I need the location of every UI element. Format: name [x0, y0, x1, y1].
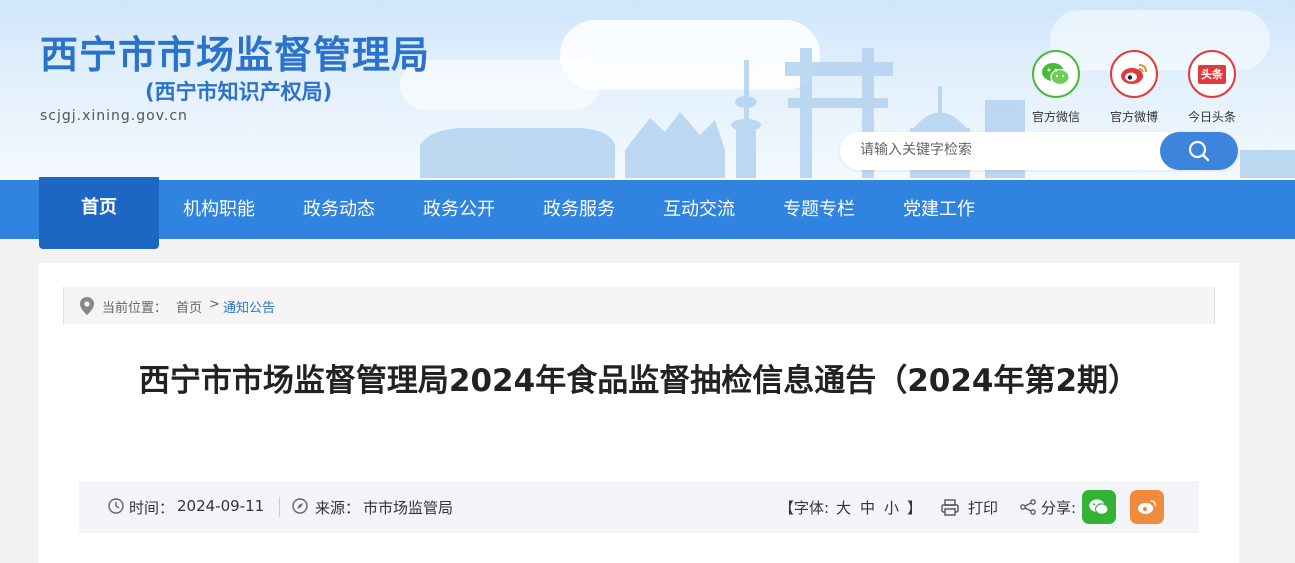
print-button[interactable]: 打印: [968, 497, 998, 518]
site-subtitle: (西宁市知识产权局): [145, 80, 333, 104]
article-title: 西宁市市场监督管理局2024年食品监督抽检信息通告（2024年第2期）: [138, 363, 1140, 399]
share-weibo-button[interactable]: [1130, 490, 1164, 524]
article-card: 当前位置： 首页 > 通知公告 西宁市市场监督管理局2024年食品监督抽检信息通…: [39, 263, 1239, 563]
toutiao-icon-text: 头条: [1198, 64, 1226, 84]
nav-item-government-disclosure[interactable]: 政务公开: [399, 180, 519, 239]
nav-item-home[interactable]: 首页: [39, 177, 159, 249]
nav-item-government-services[interactable]: 政务服务: [519, 180, 639, 239]
nav-item-special-topics[interactable]: 专题专栏: [759, 180, 879, 239]
nav-item-party-building[interactable]: 党建工作: [879, 180, 999, 239]
breadcrumb-label: 当前位置：: [102, 301, 168, 316]
search-icon: [1188, 140, 1210, 162]
search-input[interactable]: [858, 141, 1142, 159]
wechat-icon: [1032, 50, 1080, 98]
search-bar: [840, 132, 1238, 170]
main-nav: 首页 机构职能 政务动态 政务公开 政务服务 互动交流 专题专栏 党建工作: [0, 177, 1295, 249]
font-size-small-button[interactable]: 小: [884, 497, 899, 518]
official-wechat-link[interactable]: 官方微信: [1021, 50, 1091, 125]
official-weibo-link[interactable]: 官方微博: [1099, 50, 1169, 125]
font-size-medium-button[interactable]: 中: [860, 497, 875, 518]
nav-item-interaction[interactable]: 互动交流: [639, 180, 759, 239]
search-button[interactable]: [1160, 132, 1238, 170]
clock-icon: [108, 498, 124, 514]
nav-item-institutional-functions[interactable]: 机构职能: [159, 180, 279, 239]
publish-time-label: 时间：: [129, 499, 175, 517]
header-banner: 西宁市市场监督管理局 (西宁市知识产权局) scjgj.xining.gov.c…: [0, 0, 1295, 180]
wechat-label: 官方微信: [1031, 110, 1080, 124]
meta-divider: [279, 497, 280, 517]
source-value: 市市场监管局: [363, 499, 454, 517]
font-size-large-button[interactable]: 大: [836, 497, 851, 518]
weibo-icon: [1110, 50, 1158, 98]
publish-time-value: 2024-09-11: [177, 497, 265, 515]
weibo-label: 官方微博: [1109, 110, 1158, 124]
share-label: 分享:: [1041, 499, 1077, 517]
toutiao-link[interactable]: 头条 今日头条: [1177, 50, 1247, 125]
breadcrumb: 当前位置： 首页 > 通知公告: [63, 287, 1215, 324]
source-label: 来源：: [315, 499, 361, 517]
location-pin-icon: [80, 297, 94, 315]
font-size-label-close: 】: [907, 499, 923, 517]
share-wechat-button[interactable]: [1082, 490, 1116, 524]
site-title: 西宁市市场监督管理局: [40, 33, 431, 77]
toutiao-label: 今日头条: [1187, 110, 1236, 124]
breadcrumb-separator: >: [209, 297, 220, 312]
article-meta-bar: 时间： 2024-09-11 来源： 市市场监管局 【字体: 大 中 小 】 打…: [79, 481, 1199, 533]
breadcrumb-current-link[interactable]: 通知公告: [223, 297, 275, 316]
printer-icon: [941, 499, 959, 516]
share-icon: [1020, 499, 1036, 515]
site-url: scjgj.xining.gov.cn: [40, 108, 188, 124]
wechat-icon: [1089, 499, 1109, 515]
font-size-label: 【字体:: [779, 499, 830, 517]
nav-item-government-news[interactable]: 政务动态: [279, 180, 399, 239]
weibo-icon: [1138, 500, 1156, 514]
breadcrumb-home-link[interactable]: 首页: [176, 297, 202, 316]
compass-icon: [292, 498, 308, 514]
toutiao-icon: 头条: [1188, 50, 1236, 98]
